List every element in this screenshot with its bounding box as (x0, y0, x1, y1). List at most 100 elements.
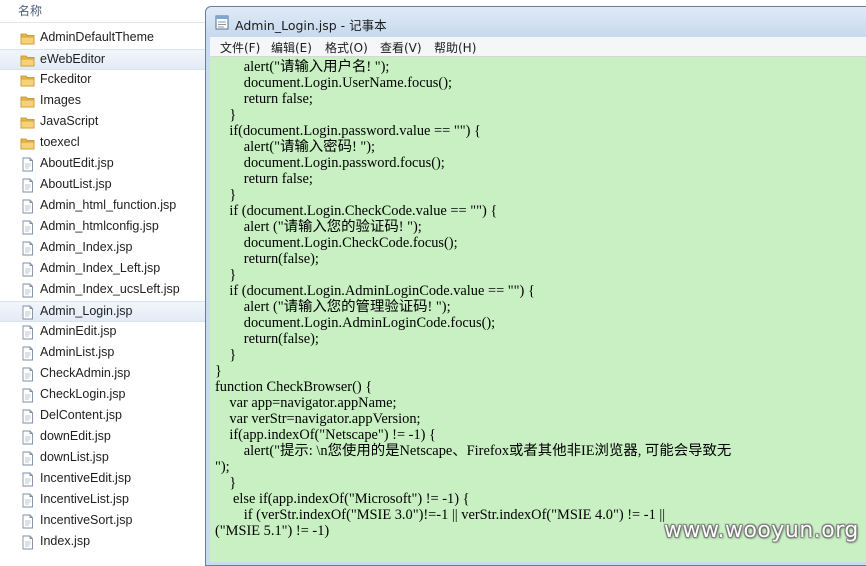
item-label: toexecl (40, 135, 80, 149)
code-line: return(false); (215, 251, 319, 267)
jsp-file-icon (22, 514, 33, 529)
folder-icon (20, 75, 35, 87)
file-item[interactable]: IncentiveList.jsp (0, 490, 210, 511)
jsp-file-icon (22, 325, 33, 340)
item-label: JavaScript (40, 114, 99, 128)
file-list: AdminDefaultTheme eWebEditor Fckeditor Imag… (0, 28, 210, 553)
file-item[interactable]: Admin_Index_Left.jsp (0, 259, 210, 280)
menu-help[interactable]: 帮助(H) (434, 39, 476, 56)
code-line: } (215, 187, 237, 203)
menu-view[interactable]: 查看(V) (380, 39, 422, 56)
folder-item[interactable]: AdminDefaultTheme (0, 28, 210, 49)
code-line: alert("提示: \n您使用的是Netscape、Firefox或者其他非I… (215, 443, 732, 459)
file-item[interactable]: IncentiveEdit.jsp (0, 469, 210, 490)
item-label: DelContent.jsp (40, 408, 122, 422)
item-label: CheckLogin.jsp (40, 387, 126, 401)
file-item[interactable]: CheckLogin.jsp (0, 385, 210, 406)
code-line: alert("请输入用户名! "); (215, 59, 390, 75)
text-editor-area[interactable]: alert("请输入用户名! "); document.Login.UserNa… (210, 57, 866, 562)
jsp-file-icon (22, 220, 33, 235)
item-label: Index.jsp (40, 534, 91, 548)
folder-item[interactable]: JavaScript (0, 112, 210, 133)
folder-icon (20, 117, 35, 129)
watermark-text: www.wooyun.org (664, 518, 859, 543)
file-item[interactable]: Admin_htmlconfig.jsp (0, 217, 210, 238)
folder-icon (20, 55, 35, 67)
menu-file[interactable]: 文件(F) (220, 39, 260, 56)
file-item[interactable]: Admin_html_function.jsp (0, 196, 210, 217)
code-line: var app=navigator.appName; (215, 395, 397, 411)
file-item[interactable]: Admin_Login.jsp (0, 301, 210, 322)
file-item[interactable]: downEdit.jsp (0, 427, 210, 448)
jsp-file-icon (22, 262, 33, 277)
item-label: Images (40, 93, 81, 107)
item-label: Admin_Login.jsp (40, 304, 133, 318)
jsp-file-icon (22, 305, 33, 320)
item-label: Fckeditor (40, 72, 92, 86)
menu-format[interactable]: 格式(O) (325, 39, 368, 56)
code-line: var verStr=navigator.appVersion; (215, 411, 421, 427)
item-label: Admin_Index_ucsLeft.jsp (40, 282, 180, 296)
jsp-file-icon (22, 535, 33, 550)
code-line: "); (215, 459, 230, 475)
code-line: if (verStr.indexOf("MSIE 3.0")!=-1 || ve… (215, 507, 666, 523)
name-column-header[interactable]: 名称 (0, 0, 210, 23)
item-label: CheckAdmin.jsp (40, 366, 131, 380)
jsp-file-icon (22, 493, 33, 508)
code-line: return false; (215, 91, 313, 107)
code-text: alert("请输入用户名! "); document.Login.UserNa… (215, 59, 731, 539)
jsp-file-icon (22, 241, 33, 256)
jsp-file-icon (22, 178, 33, 193)
folder-item[interactable]: toexecl (0, 133, 210, 154)
item-label: AdminList.jsp (40, 345, 115, 359)
file-explorer-pane: 名称 AdminDefaultTheme eWebEditor Fckeditor I… (0, 0, 210, 557)
file-item[interactable]: IncentiveSort.jsp (0, 511, 210, 532)
file-item[interactable]: AdminList.jsp (0, 343, 210, 364)
jsp-file-icon (22, 367, 33, 382)
file-item[interactable]: Admin_Index_ucsLeft.jsp (0, 280, 210, 301)
code-line: document.Login.UserName.focus(); (215, 75, 452, 91)
file-item[interactable]: DelContent.jsp (0, 406, 210, 427)
file-item[interactable]: downList.jsp (0, 448, 210, 469)
code-line: } (215, 107, 237, 123)
item-label: AboutList.jsp (40, 177, 112, 191)
item-label: eWebEditor (40, 52, 106, 66)
code-line: if (document.Login.AdminLoginCode.value … (215, 283, 535, 299)
code-line: function CheckBrowser() { (215, 379, 373, 395)
file-item[interactable]: CheckAdmin.jsp (0, 364, 210, 385)
item-label: downEdit.jsp (40, 429, 111, 443)
item-label: AboutEdit.jsp (40, 156, 114, 170)
folder-item[interactable]: eWebEditor (0, 49, 210, 70)
jsp-file-icon (22, 409, 33, 424)
folder-item[interactable]: Fckeditor (0, 70, 210, 91)
code-line: if (document.Login.CheckCode.value == ""… (215, 203, 498, 219)
item-label: AdminDefaultTheme (40, 30, 154, 44)
code-line: return false; (215, 171, 313, 187)
code-line: alert ("请输入您的验证码! "); (215, 219, 422, 235)
file-item[interactable]: AdminEdit.jsp (0, 322, 210, 343)
jsp-file-icon (22, 451, 33, 466)
item-label: AdminEdit.jsp (40, 324, 117, 338)
item-label: IncentiveSort.jsp (40, 513, 133, 527)
file-item[interactable]: Index.jsp (0, 532, 210, 553)
item-label: downList.jsp (40, 450, 109, 464)
code-line: else if(app.indexOf("Microsoft") != -1) … (215, 491, 470, 507)
notepad-window: Admin_Login.jsp - 记事本 文件(F) 编辑(E) 格式(O) … (205, 6, 866, 566)
file-item[interactable]: AboutList.jsp (0, 175, 210, 196)
jsp-file-icon (22, 472, 33, 487)
code-line: document.Login.CheckCode.focus(); (215, 235, 458, 251)
code-line: alert("请输入密码! "); (215, 139, 376, 155)
code-line: } (215, 267, 237, 283)
jsp-file-icon (22, 199, 33, 214)
folder-icon (20, 96, 35, 108)
menu-bar: 文件(F) 编辑(E) 格式(O) 查看(V) 帮助(H) (210, 37, 866, 57)
code-line: document.Login.password.focus(); (215, 155, 445, 171)
file-item[interactable]: Admin_Index.jsp (0, 238, 210, 259)
title-bar[interactable]: Admin_Login.jsp - 记事本 (206, 7, 866, 37)
item-label: Admin_Index.jsp (40, 240, 133, 254)
folder-item[interactable]: Images (0, 91, 210, 112)
file-item[interactable]: AboutEdit.jsp (0, 154, 210, 175)
folder-icon (20, 138, 35, 150)
item-label: Admin_htmlconfig.jsp (40, 219, 159, 233)
menu-edit[interactable]: 编辑(E) (271, 39, 312, 56)
